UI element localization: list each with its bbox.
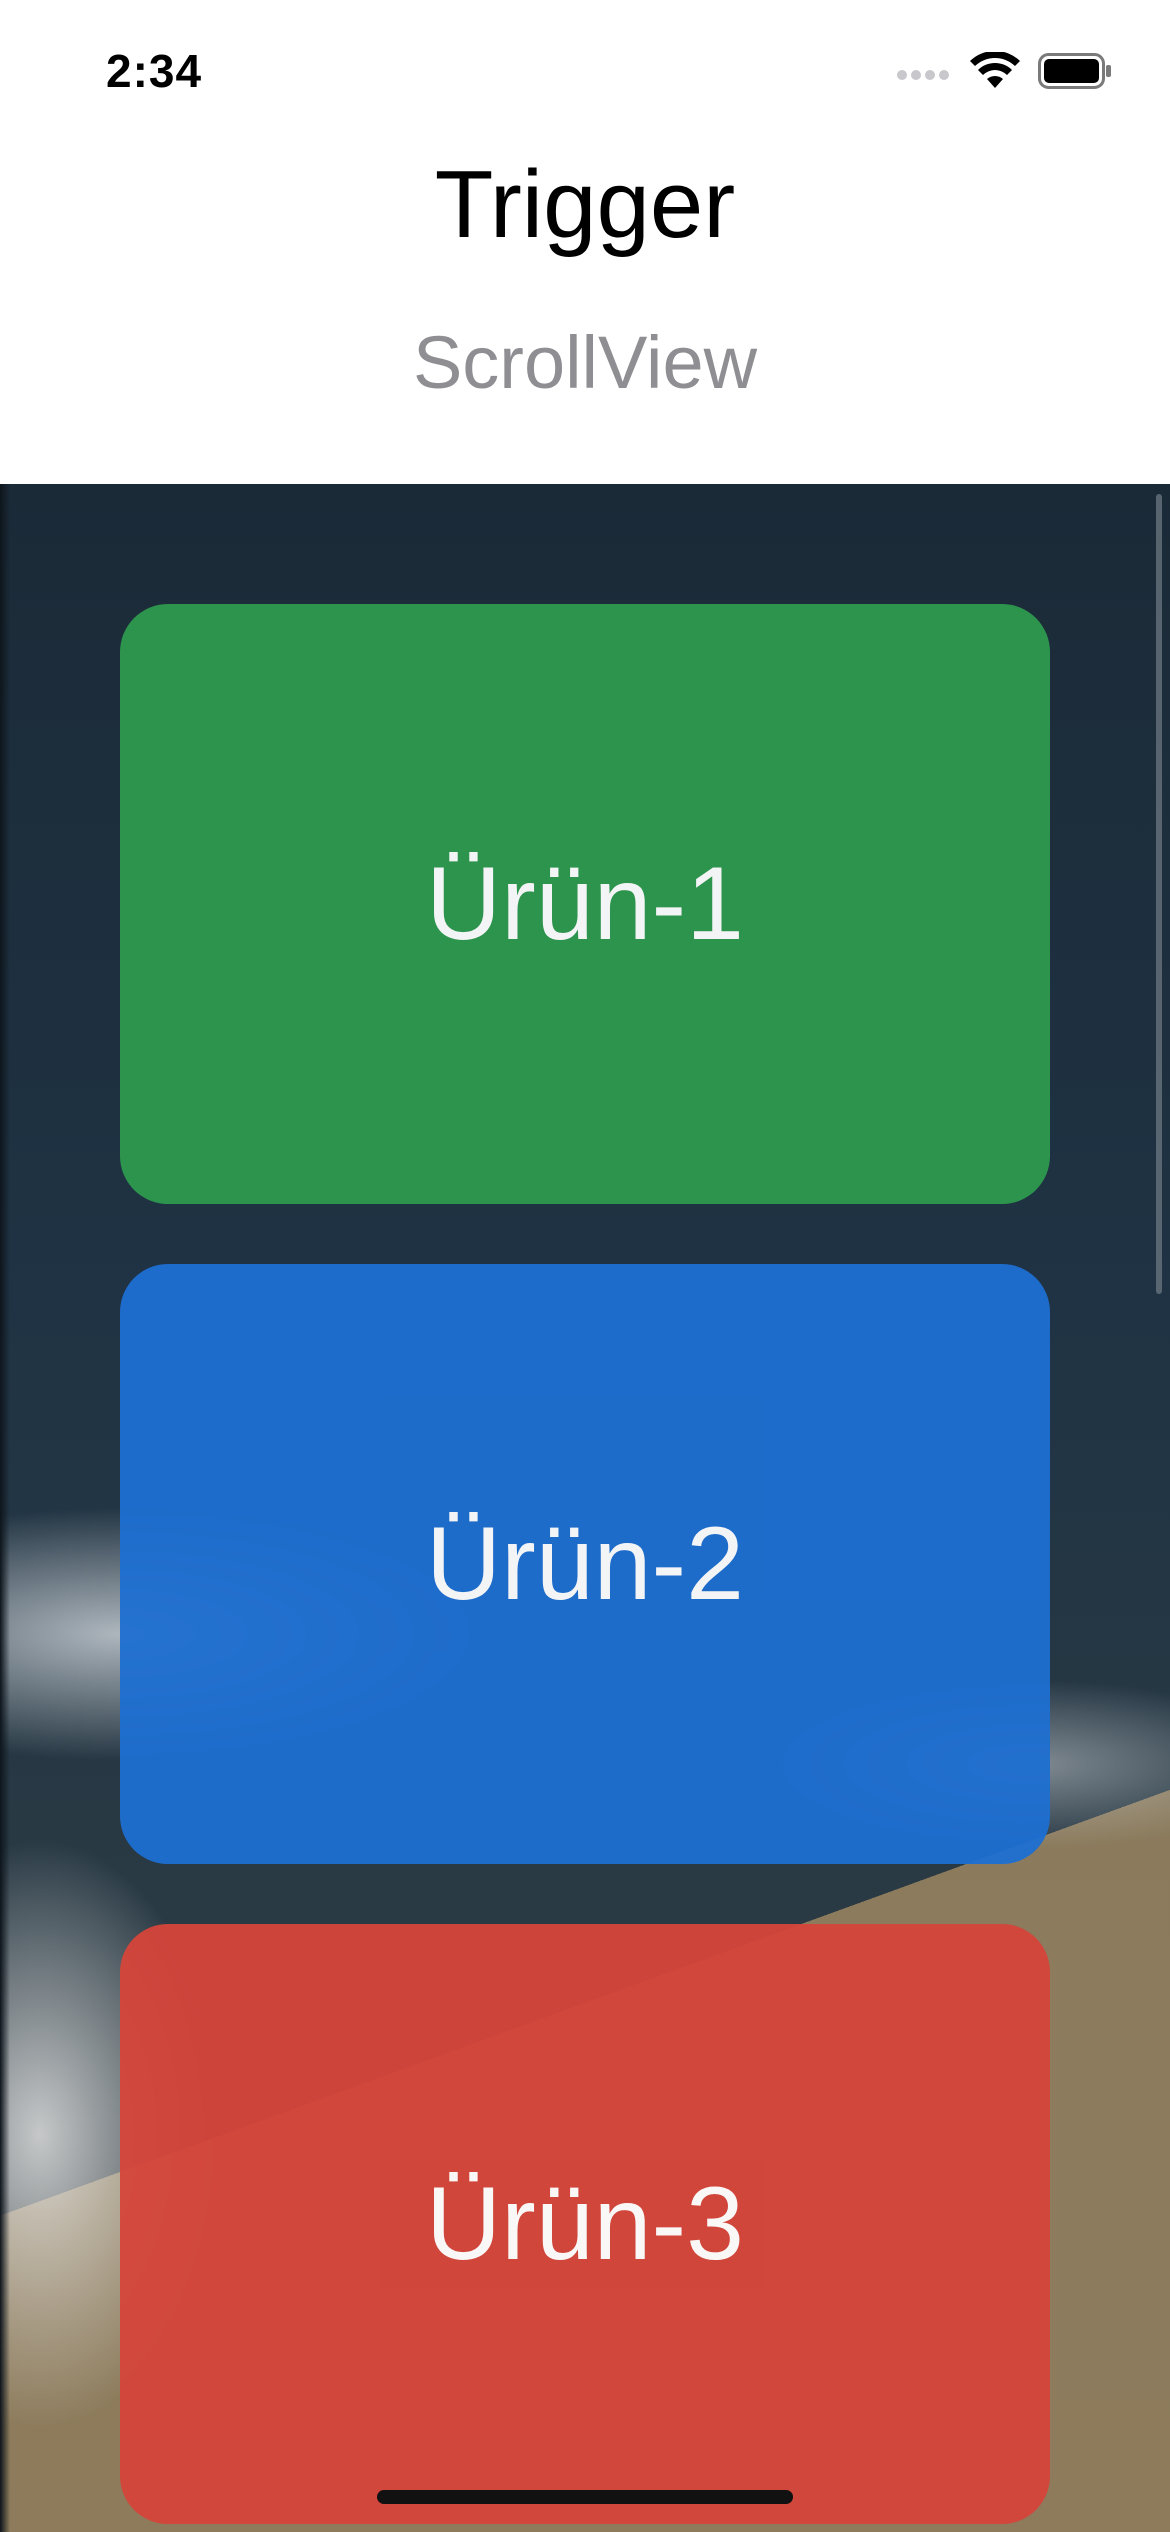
product-card-label: Ürün-3 <box>426 2165 744 2282</box>
product-card-2[interactable]: Ürün-2 <box>120 1264 1050 1864</box>
cellular-signal-icon <box>896 61 952 86</box>
page-subtitle: ScrollView <box>412 321 758 404</box>
page-title: Trigger <box>434 151 736 258</box>
product-card-label: Ürün-2 <box>426 1505 744 1622</box>
product-card-1[interactable]: Ürün-1 <box>120 604 1050 1204</box>
product-card-3[interactable]: Ürün-3 <box>120 1924 1050 2524</box>
scroll-edge-shadow <box>0 484 10 2532</box>
product-card-label: Ürün-1 <box>426 845 744 962</box>
status-icons <box>896 50 1112 95</box>
scroll-view[interactable]: Ürün-1 Ürün-2 Ürün-3 <box>0 484 1170 2532</box>
app-screen: 2:34 Trigger ScrollView Ürün-1 Ürün-2 Ür… <box>0 0 1170 2532</box>
status-bar: 2:34 <box>0 0 1170 140</box>
navigation-header: Trigger ScrollView <box>0 140 1170 484</box>
battery-icon <box>1038 53 1112 94</box>
scroll-indicator[interactable] <box>1156 494 1162 1294</box>
status-time: 2:34 <box>106 45 203 97</box>
home-indicator[interactable] <box>377 2490 793 2504</box>
wifi-icon <box>970 50 1020 95</box>
